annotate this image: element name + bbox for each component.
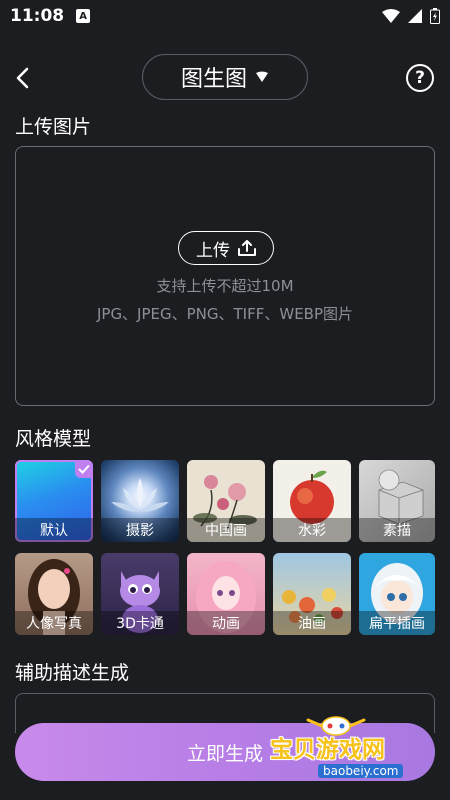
style-card-watercolor[interactable]: 水彩 [273,460,351,542]
generate-button-label: 立即生成 [186,742,263,765]
style-label: 3D卡通 [101,611,179,635]
style-label: 人像写真 [15,611,93,635]
caret-down-icon [256,71,268,82]
battery-icon [430,8,440,24]
style-card-photography[interactable]: 摄影 [101,460,179,542]
chevron-left-icon [16,67,29,89]
style-card-3d-cartoon[interactable]: 3D卡通 [101,553,179,635]
watermark-url: baobeiy.com [318,764,404,778]
upload-button[interactable]: 上传 [178,231,274,265]
status-icons [382,8,440,24]
upload-button-label: 上传 [196,240,230,261]
style-card-flat-illustration[interactable]: 扁平插画 [359,553,435,635]
watermark: 宝贝游戏网 baobeiy.com [268,712,438,784]
back-button[interactable] [8,60,36,96]
upload-size-hint: 支持上传不超过10M [156,277,294,295]
style-card-default[interactable]: 默认 [15,460,93,542]
assist-section-title: 辅助描述生成 [15,662,130,684]
style-label: 素描 [359,518,435,542]
status-time: 11:08 [10,6,65,26]
style-section-title: 风格模型 [15,428,92,450]
help-button[interactable]: ? [406,64,434,92]
upload-area[interactable]: 上传 支持上传不超过10M JPG、JPEG、PNG、TIFF、WEBP图片 [15,146,435,406]
upload-section-title: 上传图片 [15,116,92,138]
style-label: 默认 [15,518,93,542]
style-card-portrait[interactable]: 人像写真 [15,553,93,635]
status-bar: 11:08 A [0,0,450,32]
wifi-icon [382,9,400,23]
watermark-title: 宝贝游戏网 [270,737,385,763]
style-label: 动画 [187,611,265,635]
help-icon: ? [415,68,425,88]
style-card-anime[interactable]: 动画 [187,553,265,635]
style-label: 中国画 [187,518,265,542]
selected-check-icon [75,460,93,478]
style-label: 扁平插画 [359,611,435,635]
signal-icon [408,9,422,23]
top-bar: 图生图 ? [0,48,450,108]
upload-format-hint: JPG、JPEG、PNG、TIFF、WEBP图片 [96,305,354,323]
style-label: 油画 [273,611,351,635]
style-card-chinese-painting[interactable]: 中国画 [187,460,265,542]
notification-app-icon: A [76,9,91,23]
mode-selector[interactable]: 图生图 [142,54,308,100]
style-label: 摄影 [101,518,179,542]
upload-icon [238,240,256,256]
style-card-oil-painting[interactable]: 油画 [273,553,351,635]
style-label: 水彩 [273,518,351,542]
style-card-sketch[interactable]: 素描 [359,460,435,542]
page-title: 图生图 [180,67,247,92]
